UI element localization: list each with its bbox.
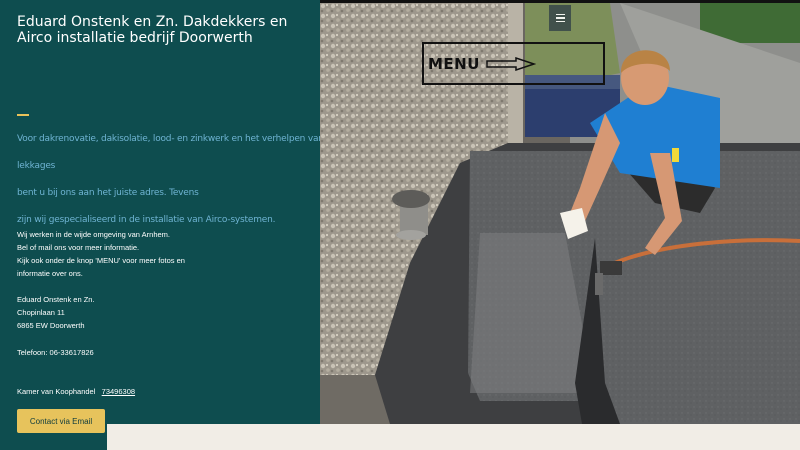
info-line: Wij werken in de wijde omgeving van Arnh… [17,230,170,239]
hamburger-menu-button[interactable] [549,5,571,31]
arrow-right-icon [486,56,536,71]
site-title: Eduard Onstenk en Zn. Dakdekkers en Airc… [17,14,288,46]
left-panel: Eduard Onstenk en Zn. Dakdekkers en Airc… [0,0,324,450]
info-line: Bel of mail ons voor meer informatie. [17,243,140,252]
address-street: Chopinlaan 11 [17,308,65,317]
phone-number: Telefoon: 06-33617826 [17,348,94,357]
intro-line: zijn wij gespecialiseerd in de installat… [17,215,276,225]
info-line: informatie over ons. [17,269,83,278]
kvk-row: Kamer van Koophandel 73496308 [17,387,135,396]
intro-line: bent u bij ons aan het juiste adres. Tev… [17,188,199,198]
intro-line: lekkages [17,161,56,171]
intro-line: Voor dakrenovatie, dakisolatie, lood- en… [17,134,324,144]
info-line: Kijk ook onder de knop 'MENU' voor meer … [17,256,185,265]
address-city: 6865 EW Doorwerth [17,321,85,330]
kvk-number-link[interactable]: 73496308 [102,387,135,396]
kvk-label: Kamer van Koophandel [17,387,96,396]
company-name: Eduard Onstenk en Zn. [17,295,95,304]
accent-divider [17,114,29,116]
menu-label: MENU [428,54,480,73]
contact-email-button[interactable]: Contact via Email [17,409,105,433]
menu-annotation-button[interactable]: MENU [422,42,605,85]
footer-band [107,424,800,450]
hamburger-icon [555,13,565,16]
